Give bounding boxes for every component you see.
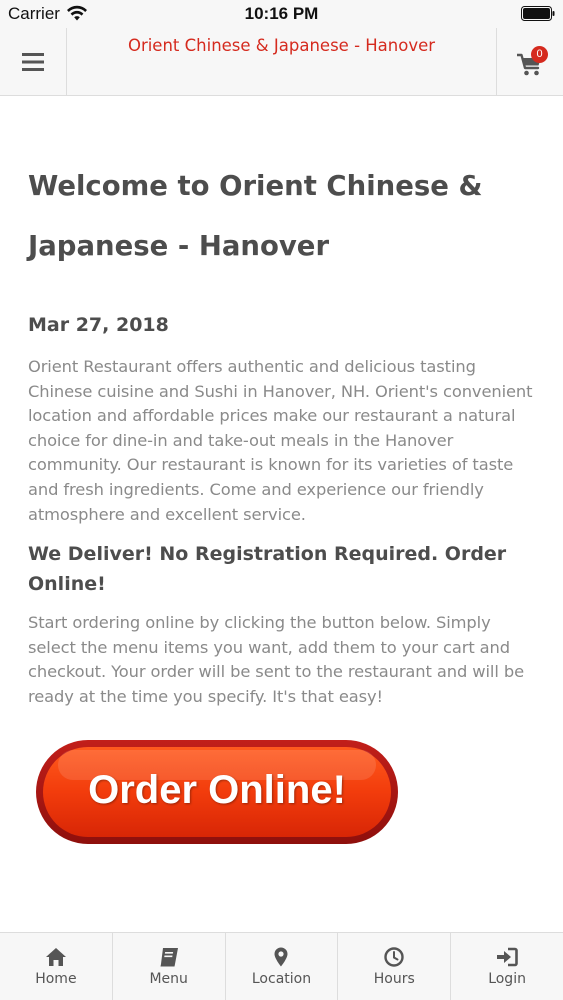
tab-menu[interactable]: Menu: [113, 933, 226, 1000]
tab-login[interactable]: Login: [451, 933, 563, 1000]
order-online-button[interactable]: Order Online!: [34, 738, 400, 846]
app-header: Orient Chinese & Japanese - Hanover 0: [0, 28, 563, 96]
status-bar: Carrier 10:16 PM: [0, 0, 563, 28]
welcome-heading: Welcome to Orient Chinese & Japanese - Ha…: [28, 96, 538, 276]
sign-in-icon: [497, 947, 518, 967]
book-icon: [160, 948, 178, 967]
tab-menu-label: Menu: [149, 971, 188, 987]
tab-home[interactable]: Home: [0, 933, 113, 1000]
map-marker-icon: [274, 947, 288, 967]
app-screen: Carrier 10:16 PM Orient Chinese & Japane…: [0, 0, 563, 1000]
welcome-heading-line1: Welcome to Orient Chinese &: [28, 170, 483, 202]
tab-location[interactable]: Location: [226, 933, 339, 1000]
cart-button[interactable]: 0: [496, 28, 563, 95]
battery-icon: [521, 6, 555, 21]
tab-hours-label: Hours: [373, 971, 415, 987]
post-date: Mar 27, 2018: [28, 314, 169, 336]
tab-location-label: Location: [251, 971, 312, 987]
about-paragraph: Orient Restaurant offers authentic and d…: [28, 357, 533, 524]
hamburger-icon: [22, 52, 44, 71]
restaurant-title: Orient Chinese & Japanese - Hanover: [127, 36, 436, 55]
delivery-heading: We Deliver! No Registration Required. Or…: [28, 543, 507, 596]
order-online-label: Order Online!: [88, 768, 346, 812]
order-instructions: Start ordering online by clicking the bu…: [28, 613, 524, 706]
welcome-heading-line2: Japanese - Hanover: [28, 230, 330, 262]
clock-icon: [384, 947, 404, 967]
menu-button[interactable]: [0, 28, 67, 95]
tab-login-label: Login: [488, 971, 526, 987]
main-content: Welcome to Orient Chinese & Japanese - Ha…: [28, 96, 538, 710]
bottom-tab-bar: Home Menu Location Hours Login: [0, 932, 563, 1000]
cart-count-badge: 0: [531, 46, 548, 63]
tab-hours[interactable]: Hours: [338, 933, 452, 1000]
status-time: 10:16 PM: [244, 4, 319, 23]
tab-home-label: Home: [35, 971, 77, 987]
home-icon: [45, 948, 66, 966]
